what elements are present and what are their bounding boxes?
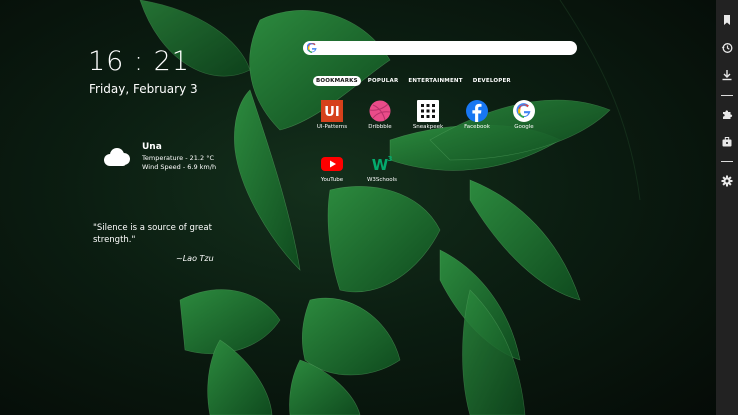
quote-author: ~Lao Tzu (176, 254, 214, 263)
bookmark-label: Dribbble (368, 124, 392, 130)
google-icon (513, 100, 535, 122)
bookmark-label: YouTube (320, 177, 344, 183)
sidebar-divider (721, 161, 733, 163)
settings-icon[interactable] (721, 175, 733, 187)
quote-text: "Silence is a source of great strength." (93, 223, 212, 245)
clock-time: 16 : 21 (88, 46, 190, 77)
tab-developer[interactable]: DEVELOPER (470, 76, 514, 86)
youtube-icon (321, 157, 343, 171)
bookmark-label: Sneakpeek (412, 124, 444, 130)
cloud-icon (104, 148, 130, 166)
facebook-icon (466, 100, 488, 122)
bookmark-icon[interactable] (721, 14, 733, 26)
search-bar[interactable] (303, 41, 577, 55)
category-tabs: BOOKMARKS POPULAR ENTERTAINMENT DEVELOPE… (313, 76, 514, 86)
bookmark-label: Google (514, 124, 534, 130)
svg-text:UI: UI (324, 105, 339, 120)
w3schools-icon: W 3 (372, 155, 393, 174)
bookmark-label: Facebook (464, 124, 490, 130)
bookmark-youtube[interactable]: YouTube (310, 153, 354, 193)
svg-text:3: 3 (388, 155, 393, 163)
sidebar-divider (721, 95, 733, 97)
tab-entertainment[interactable]: ENTERTAINMENT (405, 76, 465, 86)
bookmark-facebook[interactable]: Facebook (455, 100, 499, 140)
bookmark-w3schools[interactable]: W 3 W3Schools (360, 153, 404, 193)
tab-popular[interactable]: POPULAR (365, 76, 402, 86)
clock-date: Friday, February 3 (89, 82, 198, 96)
svg-text:W: W (372, 156, 389, 174)
weather-temperature: Temperature - 21.2 °C (142, 154, 214, 162)
google-search-icon (307, 43, 317, 53)
toolbox-icon[interactable] (721, 136, 733, 148)
weather-location: Una (142, 142, 162, 152)
download-icon[interactable] (721, 69, 733, 81)
bookmark-sneakpeek[interactable]: Sneakpeek (406, 100, 450, 140)
bookmark-dribbble[interactable]: Dribbble (358, 100, 402, 140)
history-icon[interactable] (721, 42, 733, 54)
ui-patterns-icon: UI (321, 100, 343, 122)
right-sidebar (716, 0, 738, 415)
sneakpeek-icon (417, 100, 439, 122)
bookmark-ui-patterns[interactable]: UI UI-Patterns (310, 100, 354, 140)
weather-wind: Wind Speed - 6.9 km/h (142, 163, 217, 171)
bookmark-google[interactable]: Google (502, 100, 546, 140)
bookmark-label: UI-Patterns (316, 124, 348, 130)
tab-bookmarks[interactable]: BOOKMARKS (313, 76, 361, 86)
dribbble-icon (369, 100, 391, 122)
extension-icon[interactable] (721, 108, 733, 120)
search-input[interactable] (321, 41, 571, 55)
bookmark-label: W3Schools (366, 177, 398, 183)
